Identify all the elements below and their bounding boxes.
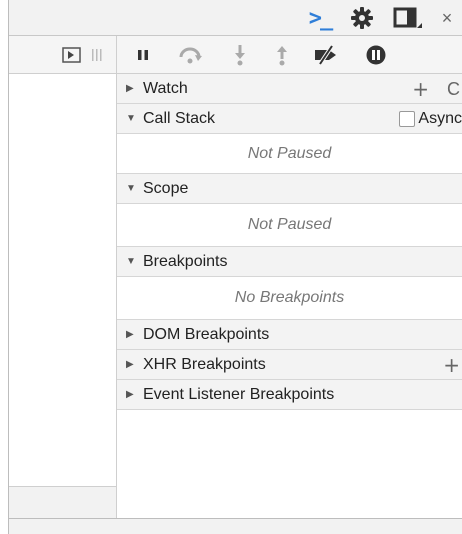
step-into-icon[interactable]: [229, 42, 251, 68]
navigator-footer: [9, 486, 117, 518]
breakpoints-status: No Breakpoints: [117, 277, 462, 320]
devtools-top-bar: >_ ×: [9, 0, 462, 36]
section-dom-breakpoints[interactable]: ▶ DOM Breakpoints: [117, 320, 462, 350]
collapsed-triangle-icon: ▶: [126, 329, 134, 340]
add-xhr-breakpoint-icon[interactable]: +: [443, 353, 460, 377]
section-event-listener-breakpoints-label: Event Listener Breakpoints: [143, 385, 335, 403]
section-xhr-breakpoints-label: XHR Breakpoints: [143, 355, 266, 373]
toolbar-divider: [116, 36, 117, 74]
step-over-icon[interactable]: [175, 42, 205, 68]
expanded-triangle-icon: ▼: [126, 113, 136, 124]
async-checkbox[interactable]: [399, 111, 416, 127]
add-watch-icon[interactable]: +: [412, 77, 429, 101]
deactivate-breakpoints-icon[interactable]: [311, 42, 341, 68]
status-bar: [9, 518, 462, 534]
debugger-toolbar: [9, 36, 462, 74]
section-breakpoints-label: Breakpoints: [143, 252, 228, 270]
console-icon[interactable]: >_: [305, 5, 335, 31]
async-label: Async: [418, 110, 462, 127]
dock-icon[interactable]: [392, 5, 424, 31]
pause-on-exceptions-icon[interactable]: [363, 42, 389, 68]
section-scope[interactable]: ▼ Scope: [117, 174, 462, 204]
section-call-stack-label: Call Stack: [143, 109, 216, 127]
refresh-watch-icon[interactable]: C: [447, 79, 460, 100]
call-stack-status: Not Paused: [117, 134, 462, 174]
expanded-triangle-icon: ▼: [126, 256, 136, 267]
collapsed-triangle-icon: ▶: [126, 389, 134, 400]
section-xhr-breakpoints[interactable]: ▶ XHR Breakpoints +: [117, 350, 462, 380]
close-icon[interactable]: ×: [437, 5, 457, 31]
expanded-triangle-icon: ▼: [126, 183, 136, 194]
navigator-pane: [9, 74, 117, 518]
collapsed-triangle-icon: ▶: [126, 359, 134, 370]
collapsed-triangle-icon: ▶: [126, 83, 134, 94]
debugger-sidebar: ▶ Watch + C ▼ Call Stack Async Not Pause…: [117, 74, 462, 518]
devtools-panel: >_ × ▶ Watch + C ▼ Call Stack Async Not …: [8, 0, 462, 534]
toggle-navigator-icon[interactable]: [61, 42, 83, 68]
scope-status: Not Paused: [117, 204, 462, 247]
section-breakpoints[interactable]: ▼ Breakpoints: [117, 247, 462, 277]
section-call-stack[interactable]: ▼ Call Stack Async: [117, 104, 462, 134]
section-watch[interactable]: ▶ Watch + C: [117, 74, 462, 104]
section-dom-breakpoints-label: DOM Breakpoints: [143, 325, 270, 343]
section-event-listener-breakpoints[interactable]: ▶ Event Listener Breakpoints: [117, 380, 462, 410]
gear-icon[interactable]: [347, 5, 377, 31]
pause-icon[interactable]: [131, 42, 155, 68]
section-watch-label: Watch: [143, 79, 188, 97]
step-out-icon[interactable]: [271, 42, 293, 68]
section-scope-label: Scope: [143, 179, 189, 197]
drag-handle-icon[interactable]: [87, 42, 107, 68]
